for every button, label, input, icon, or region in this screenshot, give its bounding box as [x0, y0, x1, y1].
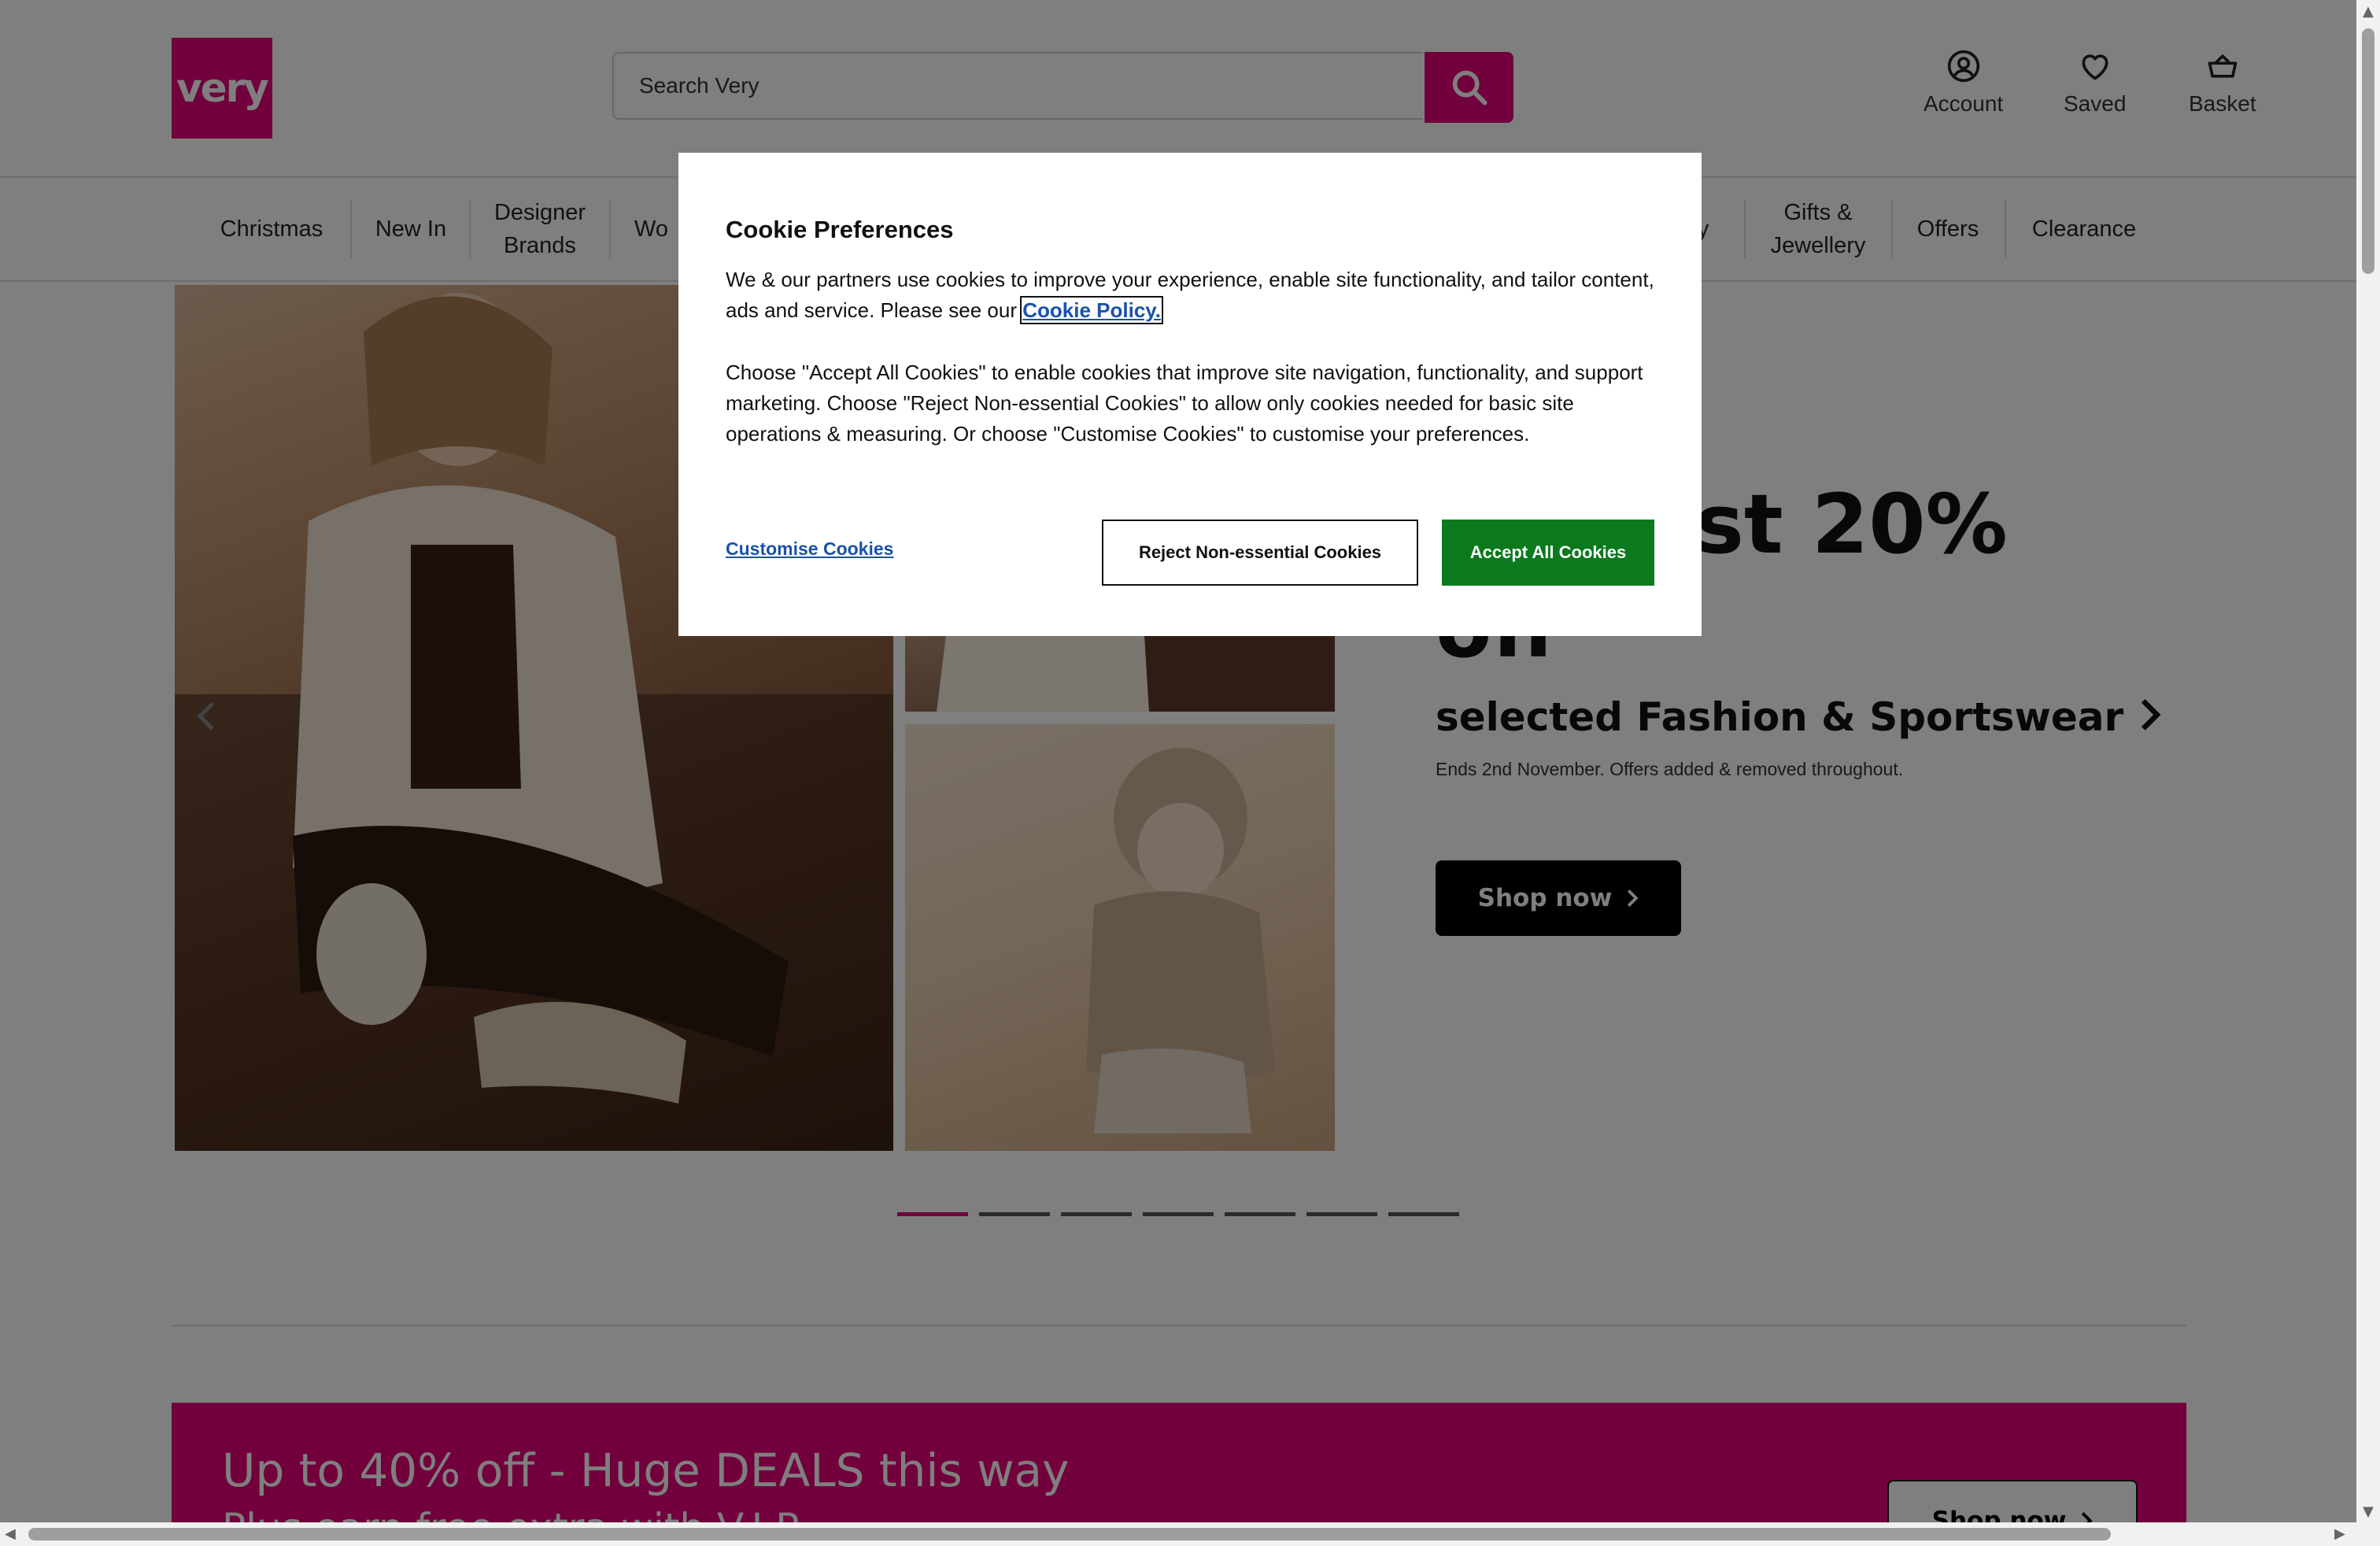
cookie-dialog-title: Cookie Preferences	[726, 216, 954, 243]
cookie-dialog-intro: We & our partners use cookies to improve…	[726, 264, 1654, 326]
vertical-scrollbar[interactable]: ▲ ▼	[2356, 0, 2380, 1546]
cookie-intro-text: We & our partners use cookies to improve…	[726, 268, 1654, 322]
scroll-down-icon[interactable]: ▼	[2363, 1505, 2374, 1519]
reject-non-essential-button[interactable]: Reject Non-essential Cookies	[1102, 520, 1418, 586]
cookie-preferences-dialog: Cookie Preferences We & our partners use…	[678, 153, 1702, 636]
horizontal-scroll-thumb[interactable]	[28, 1528, 2111, 1540]
cookie-dialog-choices: Choose "Accept All Cookies" to enable co…	[726, 361, 1643, 446]
customise-cookies-link[interactable]: Customise Cookies	[726, 538, 893, 560]
page: very Account Saved Basket Christmas New …	[0, 0, 2356, 1522]
scroll-left-icon[interactable]: ◀	[5, 1527, 16, 1541]
horizontal-scrollbar[interactable]: ◀ ▶	[0, 1522, 2356, 1546]
cookie-policy-link[interactable]: Cookie Policy.	[1020, 296, 1164, 324]
vertical-scroll-thumb[interactable]	[2362, 28, 2374, 274]
accept-all-cookies-button[interactable]: Accept All Cookies	[1442, 520, 1654, 586]
scroll-right-icon[interactable]: ▶	[2334, 1527, 2345, 1541]
scroll-up-icon[interactable]: ▲	[2363, 5, 2374, 19]
